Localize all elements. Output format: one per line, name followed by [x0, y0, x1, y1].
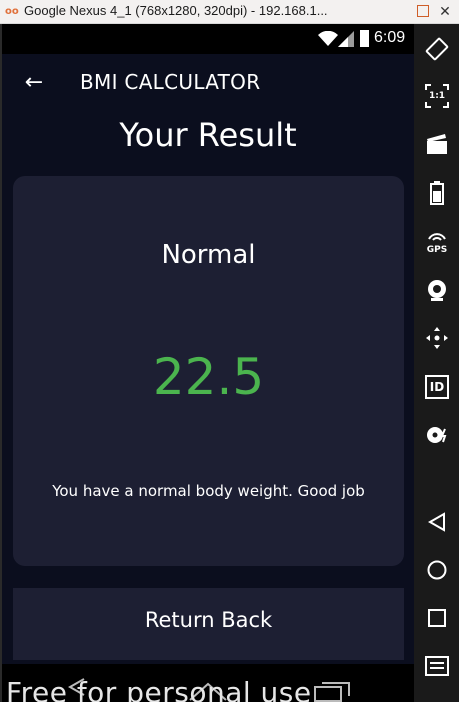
wifi-icon: [318, 31, 338, 46]
app-logo-icon: oo: [5, 6, 19, 17]
phone-screen: 6:09 ← BMI CALCULATOR Your Result Normal…: [0, 24, 414, 702]
emulator-window: oo Google Nexus 4_1 (768x1280, 320dpi) -…: [0, 0, 459, 702]
app-bar: ← BMI CALCULATOR: [2, 54, 414, 112]
id-label: ID: [429, 380, 445, 394]
battery-status-icon: [360, 30, 369, 47]
disc-flash-icon[interactable]: [421, 419, 453, 451]
app-title: BMI CALCULATOR: [80, 70, 261, 94]
bmi-message: You have a normal body weight. Good job: [52, 482, 365, 500]
rotate-icon[interactable]: [421, 33, 453, 65]
back-arrow-button[interactable]: ←: [20, 69, 48, 97]
bmi-status-label: Normal: [161, 240, 256, 270]
window-title: Google Nexus 4_1 (768x1280, 320dpi) - 19…: [24, 3, 328, 18]
window-titlebar: oo Google Nexus 4_1 (768x1280, 320dpi) -…: [0, 0, 459, 24]
gps-icon[interactable]: GPS: [421, 226, 453, 258]
emulator-toolbar: 1:1 GPS ID: [414, 24, 459, 702]
return-back-button[interactable]: Return Back: [13, 588, 404, 660]
camera-icon[interactable]: [421, 274, 453, 306]
gps-label: GPS: [426, 245, 448, 255]
recents-square-icon[interactable]: [314, 682, 350, 702]
move-arrows-icon[interactable]: [421, 322, 453, 354]
status-time: 6:09: [374, 29, 406, 46]
nav-back-icon[interactable]: [421, 506, 453, 538]
fullscreen-ratio-icon[interactable]: 1:1: [421, 80, 453, 112]
id-icon[interactable]: ID: [421, 371, 453, 403]
signal-icon: [338, 31, 354, 47]
result-heading: Your Result: [119, 116, 297, 154]
watermark-text: Free for personal use: [6, 676, 312, 702]
nav-recents-icon[interactable]: [421, 602, 453, 634]
return-back-label: Return Back: [144, 608, 273, 632]
window-restore-icon[interactable]: [417, 5, 429, 17]
window-close-button[interactable]: ✕: [435, 0, 455, 24]
ratio-label: 1:1: [428, 91, 446, 101]
bmi-value: 22.5: [152, 348, 265, 406]
battery-icon[interactable]: [421, 177, 453, 209]
menu-icon[interactable]: [421, 650, 453, 682]
clapperboard-icon[interactable]: [421, 128, 453, 160]
android-nav-bar: Free for personal use: [2, 664, 414, 702]
nav-home-icon[interactable]: [421, 554, 453, 586]
result-card: Normal 22.5 You have a normal body weigh…: [13, 176, 404, 566]
window-controls: ✕: [407, 0, 459, 24]
status-bar: 6:09: [2, 24, 414, 54]
